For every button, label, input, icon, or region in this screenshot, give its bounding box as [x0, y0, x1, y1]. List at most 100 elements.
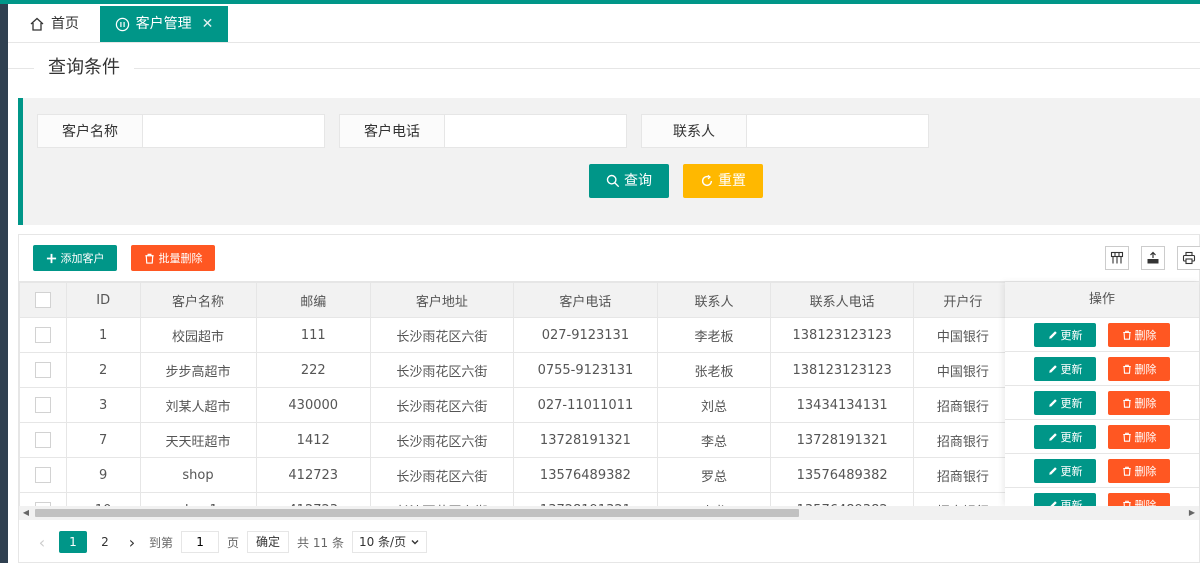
tab-home-label: 首页	[51, 16, 79, 32]
cell-phone: 13728191321	[512, 492, 658, 506]
export-icon[interactable]	[1141, 246, 1165, 270]
row-checkbox[interactable]	[34, 397, 51, 413]
prev-page-icon[interactable]: ‹	[33, 533, 51, 552]
row-checkbox-cell[interactable]	[19, 387, 67, 423]
edit-icon	[1048, 432, 1057, 441]
edit-icon	[1048, 364, 1057, 373]
scroll-right-arrow[interactable]: ▶	[1185, 506, 1199, 520]
cell-id: 2	[65, 352, 141, 388]
table-toolbar: 添加客户 批量删除	[19, 235, 1200, 282]
print-icon[interactable]	[1177, 246, 1200, 270]
header-customer-name[interactable]: 客户名称	[139, 282, 257, 318]
cell-address: 长沙雨花区六街	[369, 457, 514, 493]
cell-name: shop	[139, 457, 257, 493]
delete-button[interactable]: 删除	[1108, 390, 1170, 415]
header-actions: 操作	[1005, 282, 1199, 318]
cell-contact: 张老板	[656, 352, 772, 388]
close-icon[interactable]: ✕	[202, 6, 214, 42]
plus-icon	[46, 253, 56, 263]
update-button[interactable]: 更新	[1034, 322, 1096, 347]
cell-id: 10	[65, 492, 141, 506]
home-icon	[30, 17, 44, 31]
action-row: 更新 删除	[1005, 420, 1199, 454]
row-checkbox[interactable]	[34, 362, 51, 378]
trash-icon	[1122, 364, 1131, 374]
delete-button[interactable]: 删除	[1108, 322, 1170, 347]
cell-bank: 招商银行	[913, 492, 1013, 506]
header-select-all[interactable]	[19, 282, 67, 318]
query-panel: 客户名称 客户电话 联系人 查询 重置	[18, 98, 1200, 225]
cell-bank: 中国银行	[913, 352, 1013, 388]
field-contact: 联系人	[641, 114, 929, 148]
scrollbar-thumb[interactable]	[35, 509, 799, 517]
delete-button[interactable]: 删除	[1108, 424, 1170, 449]
row-checkbox-cell[interactable]	[19, 457, 67, 493]
next-page-icon[interactable]: ›	[123, 533, 141, 552]
header-contact[interactable]: 联系人	[656, 282, 772, 318]
contact-label: 联系人	[641, 114, 747, 148]
delete-button[interactable]: 删除	[1108, 458, 1170, 483]
horizontal-scrollbar[interactable]: ◀ ▶	[19, 506, 1199, 520]
row-checkbox-cell[interactable]	[19, 422, 67, 458]
header-phone[interactable]: 客户电话	[512, 282, 658, 318]
trash-icon	[1122, 330, 1131, 340]
delete-button[interactable]: 删除	[1108, 492, 1170, 506]
page-2[interactable]: 2	[95, 535, 115, 549]
search-button[interactable]: 查询	[589, 164, 669, 198]
update-button[interactable]: 更新	[1034, 458, 1096, 483]
chevron-down-icon	[411, 540, 419, 545]
page-size-value: 10 条/页	[358, 535, 407, 549]
header-id[interactable]: ID	[65, 282, 141, 318]
tab-customer-label: 客户管理	[135, 16, 192, 32]
row-checkbox[interactable]	[34, 432, 51, 448]
reset-button[interactable]: 重置	[683, 164, 763, 198]
goto-confirm-button[interactable]: 确定	[247, 531, 290, 553]
cell-id: 9	[65, 457, 141, 493]
batch-delete-button[interactable]: 批量删除	[131, 245, 215, 271]
update-button[interactable]: 更新	[1034, 492, 1096, 506]
cell-address: 长沙雨花区六街	[369, 352, 514, 388]
tab-home[interactable]: 首页	[8, 6, 100, 42]
select-all-checkbox[interactable]	[34, 292, 51, 308]
cell-name: shop1	[139, 492, 257, 506]
edit-icon	[1048, 398, 1057, 407]
goto-page-input[interactable]	[181, 531, 220, 553]
scroll-left-arrow[interactable]: ◀	[19, 506, 33, 520]
cell-contact: 李总	[656, 422, 772, 458]
row-checkbox[interactable]	[34, 327, 51, 343]
update-button[interactable]: 更新	[1034, 424, 1096, 449]
update-button[interactable]: 更新	[1034, 356, 1096, 381]
delete-button[interactable]: 删除	[1108, 356, 1170, 381]
row-checkbox-cell[interactable]	[19, 317, 67, 353]
cell-bank: 中国银行	[913, 317, 1013, 353]
reset-button-label: 重置	[718, 173, 746, 189]
tab-customer-management[interactable]: 客户管理 ✕	[100, 6, 228, 42]
table-panel: 添加客户 批量删除 ID 客户名称 邮编 客户地址 客户电话 联系人 联系人电话…	[18, 234, 1200, 563]
row-checkbox[interactable]	[34, 467, 51, 483]
action-row: 更新 删除	[1005, 352, 1199, 386]
cell-address: 长沙雨花区六街	[369, 422, 514, 458]
row-checkbox-cell[interactable]	[19, 352, 67, 388]
cell-contact: 刘总	[656, 387, 772, 423]
cell-address: 长沙雨花区六街	[369, 492, 514, 506]
cell-address: 长沙雨花区六街	[369, 317, 514, 353]
update-button[interactable]: 更新	[1034, 390, 1096, 415]
contact-input[interactable]	[747, 114, 929, 148]
customer-phone-input[interactable]	[445, 114, 627, 148]
row-checkbox-cell[interactable]	[19, 492, 67, 506]
customer-name-input[interactable]	[143, 114, 325, 148]
cell-name: 天天旺超市	[139, 422, 257, 458]
header-bank[interactable]: 开户行	[913, 282, 1013, 318]
page-current[interactable]: 1	[59, 531, 87, 553]
header-address[interactable]: 客户地址	[369, 282, 514, 318]
header-contact-phone[interactable]: 联系人电话	[769, 282, 915, 318]
add-customer-button[interactable]: 添加客户	[33, 245, 117, 271]
cell-contact-phone: 138123123123	[769, 352, 915, 388]
cell-contact: 小龙	[656, 492, 772, 506]
page-size-select[interactable]: 10 条/页	[351, 531, 428, 553]
cell-name: 步步高超市	[139, 352, 257, 388]
header-zip[interactable]: 邮编	[255, 282, 371, 318]
columns-icon[interactable]	[1105, 246, 1129, 270]
tab-bar: 首页 客户管理 ✕	[8, 4, 1200, 43]
cell-id: 7	[65, 422, 141, 458]
